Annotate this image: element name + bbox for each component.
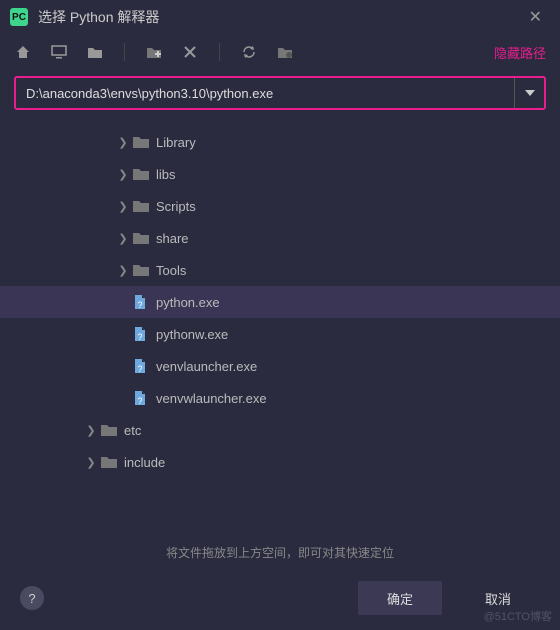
chevron-right-icon[interactable]: ❯ (116, 200, 130, 213)
drag-hint: 将文件拖放到上方空间，即可对其快速定位 (0, 534, 560, 573)
toolbar: 隐藏路径 (0, 34, 560, 70)
svg-text:?: ? (137, 396, 142, 406)
tree-item-label: Scripts (156, 199, 196, 214)
tree-item-label: Tools (156, 263, 186, 278)
tree-item-label: etc (124, 423, 141, 438)
tree-file[interactable]: ❯?pythonw.exe (0, 318, 560, 350)
chevron-right-icon[interactable]: ❯ (116, 136, 130, 149)
chevron-right-icon[interactable]: ❯ (116, 264, 130, 277)
path-row (0, 70, 560, 120)
tree-folder[interactable]: ❯ Library (0, 126, 560, 158)
file-icon: ? (132, 326, 150, 342)
tree-file[interactable]: ❯?python.exe (0, 286, 560, 318)
folder-icon (132, 198, 150, 214)
svg-text:?: ? (137, 332, 142, 342)
hide-path-link[interactable]: 隐藏路径 (494, 43, 546, 62)
tree-item-label: share (156, 231, 189, 246)
footer: ? 确定 取消 (0, 573, 560, 629)
tree-folder[interactable]: ❯ share (0, 222, 560, 254)
tree-folder[interactable]: ❯ Scripts (0, 190, 560, 222)
path-field (14, 76, 546, 110)
file-icon: ? (132, 358, 150, 374)
chevron-right-icon[interactable]: ❯ (84, 424, 98, 437)
path-dropdown-icon[interactable] (514, 78, 544, 108)
tree-item-label: include (124, 455, 165, 470)
close-icon[interactable]: ✕ (521, 3, 550, 31)
chevron-right-icon[interactable]: ❯ (116, 232, 130, 245)
folder-icon (132, 134, 150, 150)
tree-folder[interactable]: ❯ Tools (0, 254, 560, 286)
help-button[interactable]: ? (20, 586, 44, 610)
delete-icon[interactable] (181, 43, 199, 61)
new-folder-icon[interactable] (145, 43, 163, 61)
toolbar-separator (124, 43, 125, 61)
folder-icon (100, 454, 118, 470)
file-icon: ? (132, 294, 150, 310)
chevron-right-icon[interactable]: ❯ (84, 456, 98, 469)
tree-item-label: venvwlauncher.exe (156, 391, 267, 406)
folder-icon (100, 422, 118, 438)
folder-icon (132, 262, 150, 278)
watermark: @51CTO博客 (484, 608, 552, 624)
folder-icon (132, 166, 150, 182)
ok-button[interactable]: 确定 (358, 581, 442, 615)
file-icon: ? (132, 390, 150, 406)
tree-file[interactable]: ❯?venvwlauncher.exe (0, 382, 560, 414)
toolbar-separator (219, 43, 220, 61)
tree-file[interactable]: ❯?venvlauncher.exe (0, 350, 560, 382)
tree-item-label: pythonw.exe (156, 327, 228, 342)
tree-folder[interactable]: ❯ libs (0, 158, 560, 190)
svg-text:?: ? (137, 364, 142, 374)
titlebar: PC 选择 Python 解释器 ✕ (0, 0, 560, 34)
tree-folder[interactable]: ❯ include (0, 446, 560, 478)
window-title: 选择 Python 解释器 (38, 7, 521, 27)
tree-item-label: venvlauncher.exe (156, 359, 257, 374)
svg-text:?: ? (137, 300, 142, 310)
tree-item-label: python.exe (156, 295, 220, 310)
tree-folder[interactable]: ❯ etc (0, 414, 560, 446)
tree-item-label: libs (156, 167, 176, 182)
tree-item-label: Library (156, 135, 196, 150)
home-icon[interactable] (14, 43, 32, 61)
show-hidden-icon[interactable] (276, 43, 294, 61)
chevron-right-icon[interactable]: ❯ (116, 168, 130, 181)
path-input[interactable] (16, 86, 514, 101)
file-tree[interactable]: ❯ Library ❯ libs ❯ Scripts ❯ share ❯ Tools ❯? pytho… (0, 120, 560, 534)
app-icon: PC (10, 8, 28, 26)
refresh-icon[interactable] (240, 43, 258, 61)
desktop-icon[interactable] (50, 43, 68, 61)
folder-icon (132, 230, 150, 246)
project-icon[interactable] (86, 43, 104, 61)
